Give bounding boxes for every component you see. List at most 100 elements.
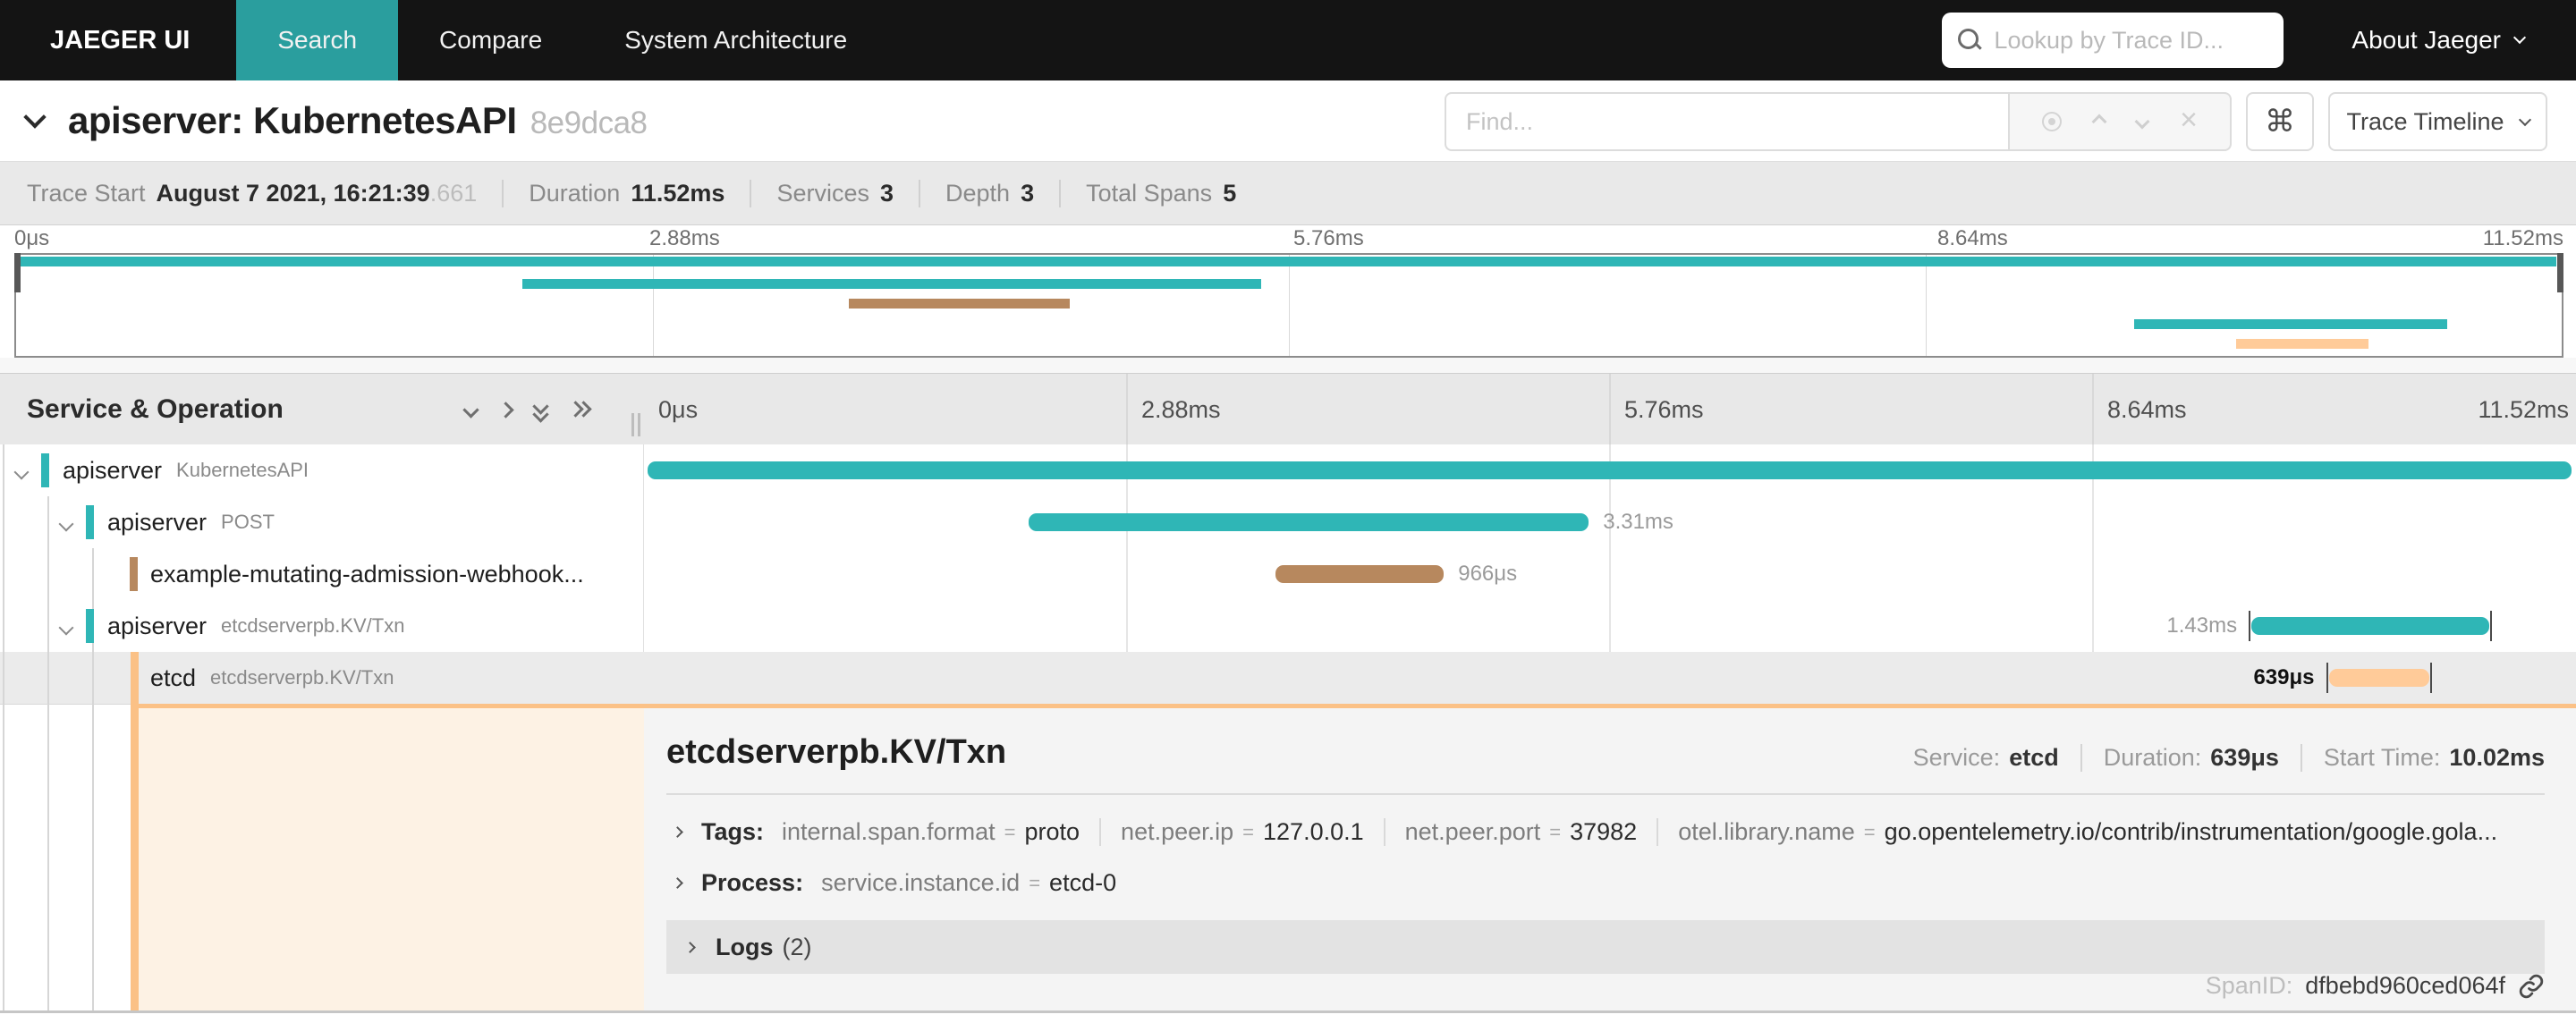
nav-item-compare[interactable]: Compare [398,0,583,80]
span-row-apiserver-etcd-txn[interactable]: apiserver etcdserverpb.KV/Txn 1.43ms [0,600,2576,652]
selected-span-left-highlight [139,704,644,1010]
expand-one-icon[interactable] [497,401,514,418]
collapse-children-icon[interactable] [58,516,74,534]
stat-label: Depth [945,179,1011,207]
nav-item-search[interactable]: Search [236,0,399,80]
trace-view-selector[interactable]: Trace Timeline [2328,92,2547,151]
search-icon [1958,29,1981,52]
minimap-gridline [1925,255,1927,356]
tick-label: 0μs [14,226,50,250]
next-match-icon[interactable] [2134,114,2150,130]
tag-item: net.peer.ip = 127.0.0.1 [1099,818,1384,846]
trace-stats-bar: Trace Start August 7 2021, 16:21:39.661 … [0,161,2576,225]
trace-id-lookup-input[interactable] [1994,26,2268,55]
collapse-trace-chevron-icon[interactable] [23,106,47,129]
span-row-timeline: 966μs [644,548,2576,600]
column-resize-handle[interactable] [631,413,644,436]
trace-id-lookup [1942,13,2284,68]
find-input[interactable] [1466,107,1988,136]
stat-depth: Depth 3 [919,179,1059,207]
detail-operation-title: etcdserverpb.KV/Txn [666,733,1007,771]
process-item: service.instance.id = etcd-0 [821,869,1117,896]
minimap-gridline [652,255,654,356]
chevron-down-icon [2518,113,2531,127]
detail-accent-border [131,704,2576,708]
span-service-operation: apiserver POST [107,508,275,536]
minimap-tick-labels: 0μs 2.88ms 5.76ms 8.64ms 11.52ms [0,225,2576,253]
span-service-operation: example-mutating-admission-webhook... [150,560,584,588]
trace-minimap[interactable] [14,253,2563,358]
process-label: Process: [701,869,804,896]
trace-id-badge: 8e9dca8 [530,106,648,140]
stat-value: August 7 2021, 16:21:39.661 [156,179,478,207]
keyboard-shortcuts-button[interactable]: ⌘ [2246,92,2314,151]
span-service-operation: apiserver KubernetesAPI [63,456,309,484]
service-operation-header: Service & Operation [27,394,284,424]
stat-label: Services [776,179,869,207]
focus-match-icon[interactable] [2042,112,2063,131]
find-controls: × [2008,92,2232,151]
span-service-operation: apiserver etcdserverpb.KV/Txn [107,612,405,639]
minimap-span-bar [21,257,2556,266]
span-table: apiserver KubernetesAPI apiserver POST 3.3… [0,444,2576,1010]
span-color-indicator [130,557,138,591]
stat-duration: Duration 11.52ms [502,179,750,207]
app-brand[interactable]: JAEGER UI [0,0,236,80]
chevron-right-icon [684,941,696,953]
process-section[interactable]: Process: service.instance.id = etcd-0 [666,869,2545,897]
span-bar[interactable] [647,461,2572,479]
collapse-one-icon[interactable] [462,401,479,418]
stat-trace-start: Trace Start August 7 2021, 16:21:39.661 [27,180,502,207]
tick-label: 11.52ms [2482,226,2563,250]
prev-match-icon[interactable] [2091,114,2107,130]
logs-count: (2) [782,933,812,960]
span-bar[interactable]: 1.43ms [2166,611,2492,641]
tag-item: otel.library.name = go.opentelemetry.io/co… [1657,818,2517,846]
collapse-children-icon[interactable] [58,620,74,638]
timeline-tick: 8.64ms [2107,395,2187,423]
timeline-tick: 11.52ms [2478,395,2569,423]
stat-value: 3 [1021,179,1035,207]
minimap-span-bar [848,299,1071,309]
stat-label: Total Spans [1086,179,1213,207]
trace-title-text: apiserver: KubernetesAPI [68,99,517,141]
span-color-indicator [86,609,94,643]
detail-meta: Service: etcd Duration: 639μs Start Time: 1… [1912,744,2545,772]
nav-item-system-architecture[interactable]: System Architecture [583,0,888,80]
about-jaeger-menu[interactable]: About Jaeger [2351,26,2527,55]
expand-all-icon[interactable] [567,401,592,418]
span-row-apiserver-kubernetesapi[interactable]: apiserver KubernetesAPI [0,444,2576,496]
tags-section[interactable]: Tags: internal.span.format = proto net.pee… [666,818,2545,846]
jaeger-trace-page: JAEGER UI Search Compare System Architec… [0,0,2576,1023]
span-table-header: Service & Operation 0μs 2.88ms 5.76ms 8.… [0,373,2576,444]
stat-value: 5 [1223,179,1237,207]
timeline-tick: 0μs [658,395,699,423]
span-id-row: SpanID: dfbebd960ced064f [2206,972,2545,1000]
viewrange-left-handle[interactable] [14,253,21,292]
collapse-all-icon[interactable] [532,398,549,423]
span-color-indicator [86,505,94,539]
span-row-etcd-txn-selected[interactable]: etcd etcdserverpb.KV/Txn 639μs [0,652,2576,704]
span-bar[interactable]: 639μs [2253,663,2433,693]
span-row-timeline: 639μs [644,652,2576,704]
span-duration-label: 1.43ms [2166,613,2238,638]
viewrange-right-handle[interactable] [2557,253,2563,292]
minimap-span-bar [522,279,1261,289]
span-duration-label: 3.31ms [1603,510,1674,534]
logs-section[interactable]: Logs (2) [666,920,2545,974]
span-id-value: dfbebd960ced064f [2305,972,2505,999]
stat-label: Duration [529,179,621,207]
span-bar[interactable]: 3.31ms [1028,510,1674,534]
span-bar[interactable]: 966μs [1275,562,1517,586]
timeline-tick: 2.88ms [1141,395,1221,423]
span-id-label: SpanID: [2205,972,2293,999]
tick-label: 5.76ms [1293,226,1364,250]
chevron-right-icon [672,826,683,838]
span-row-apiserver-post[interactable]: apiserver POST 3.31ms [0,496,2576,548]
clear-find-icon[interactable]: × [2180,105,2198,135]
span-row-webhook[interactable]: example-mutating-admission-webhook... 96… [0,548,2576,600]
chevron-right-icon [672,877,683,889]
copy-link-icon[interactable] [2518,973,2545,1000]
collapse-children-icon[interactable] [13,464,30,482]
stat-label: Trace Start [27,179,146,207]
